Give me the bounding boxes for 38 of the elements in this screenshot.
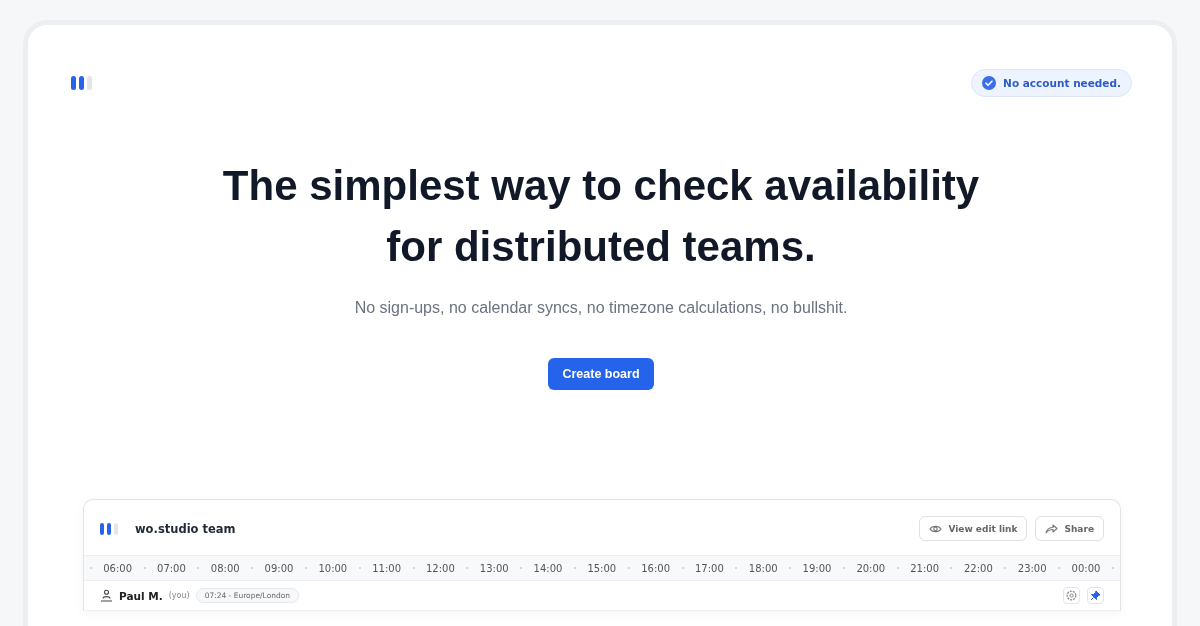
view-edit-link-button[interactable]: View edit link <box>919 516 1028 541</box>
hour-label: 09:00 <box>264 562 294 574</box>
logo-icon <box>70 75 94 91</box>
member-name: Paul M. <box>119 589 163 602</box>
pin-button[interactable] <box>1087 587 1104 604</box>
share-icon <box>1045 523 1059 534</box>
hour-label: 14:00 <box>533 562 563 574</box>
hour-label: 19:00 <box>802 562 832 574</box>
create-board-button[interactable]: Create board <box>548 358 654 390</box>
hour-label: 17:00 <box>695 562 724 574</box>
hour-label: 20:00 <box>856 562 886 574</box>
eye-icon <box>929 523 943 534</box>
hour-label: 12:00 <box>426 562 455 574</box>
badge-text: No account needed. <box>1003 77 1121 89</box>
hour-label: 18:00 <box>748 562 778 574</box>
logo-icon <box>99 521 119 536</box>
hour-label: 13:00 <box>479 562 509 574</box>
share-button[interactable]: Share <box>1035 516 1104 541</box>
person-icon <box>100 589 113 602</box>
hour-label: 16:00 <box>641 562 670 574</box>
member-note: (you) <box>168 591 190 600</box>
hour-label: 07:00 <box>157 562 186 574</box>
hour-label: 23:00 <box>1017 562 1047 574</box>
hour-label: 21:00 <box>910 562 939 574</box>
pin-icon <box>1090 590 1101 601</box>
hour-label: 22:00 <box>963 562 993 574</box>
subtitle: No sign-ups, no calendar syncs, no timezone calculations, no bullshit. <box>353 299 849 317</box>
hour-label: 08:00 <box>210 562 240 574</box>
hour-label: 06:00 <box>103 562 133 574</box>
hour-label: 11:00 <box>372 562 402 574</box>
hour-label: 15:00 <box>587 562 617 574</box>
hour-label: 10:00 <box>318 562 348 574</box>
hour-label: 00:00 <box>1071 562 1101 574</box>
settings-button[interactable] <box>1063 587 1080 604</box>
board-name: wo.studio team <box>135 521 236 536</box>
headline: The simplest way to check availability for distributed teams. <box>221 161 981 272</box>
check-icon <box>982 76 997 90</box>
settings-icon <box>1066 590 1077 601</box>
